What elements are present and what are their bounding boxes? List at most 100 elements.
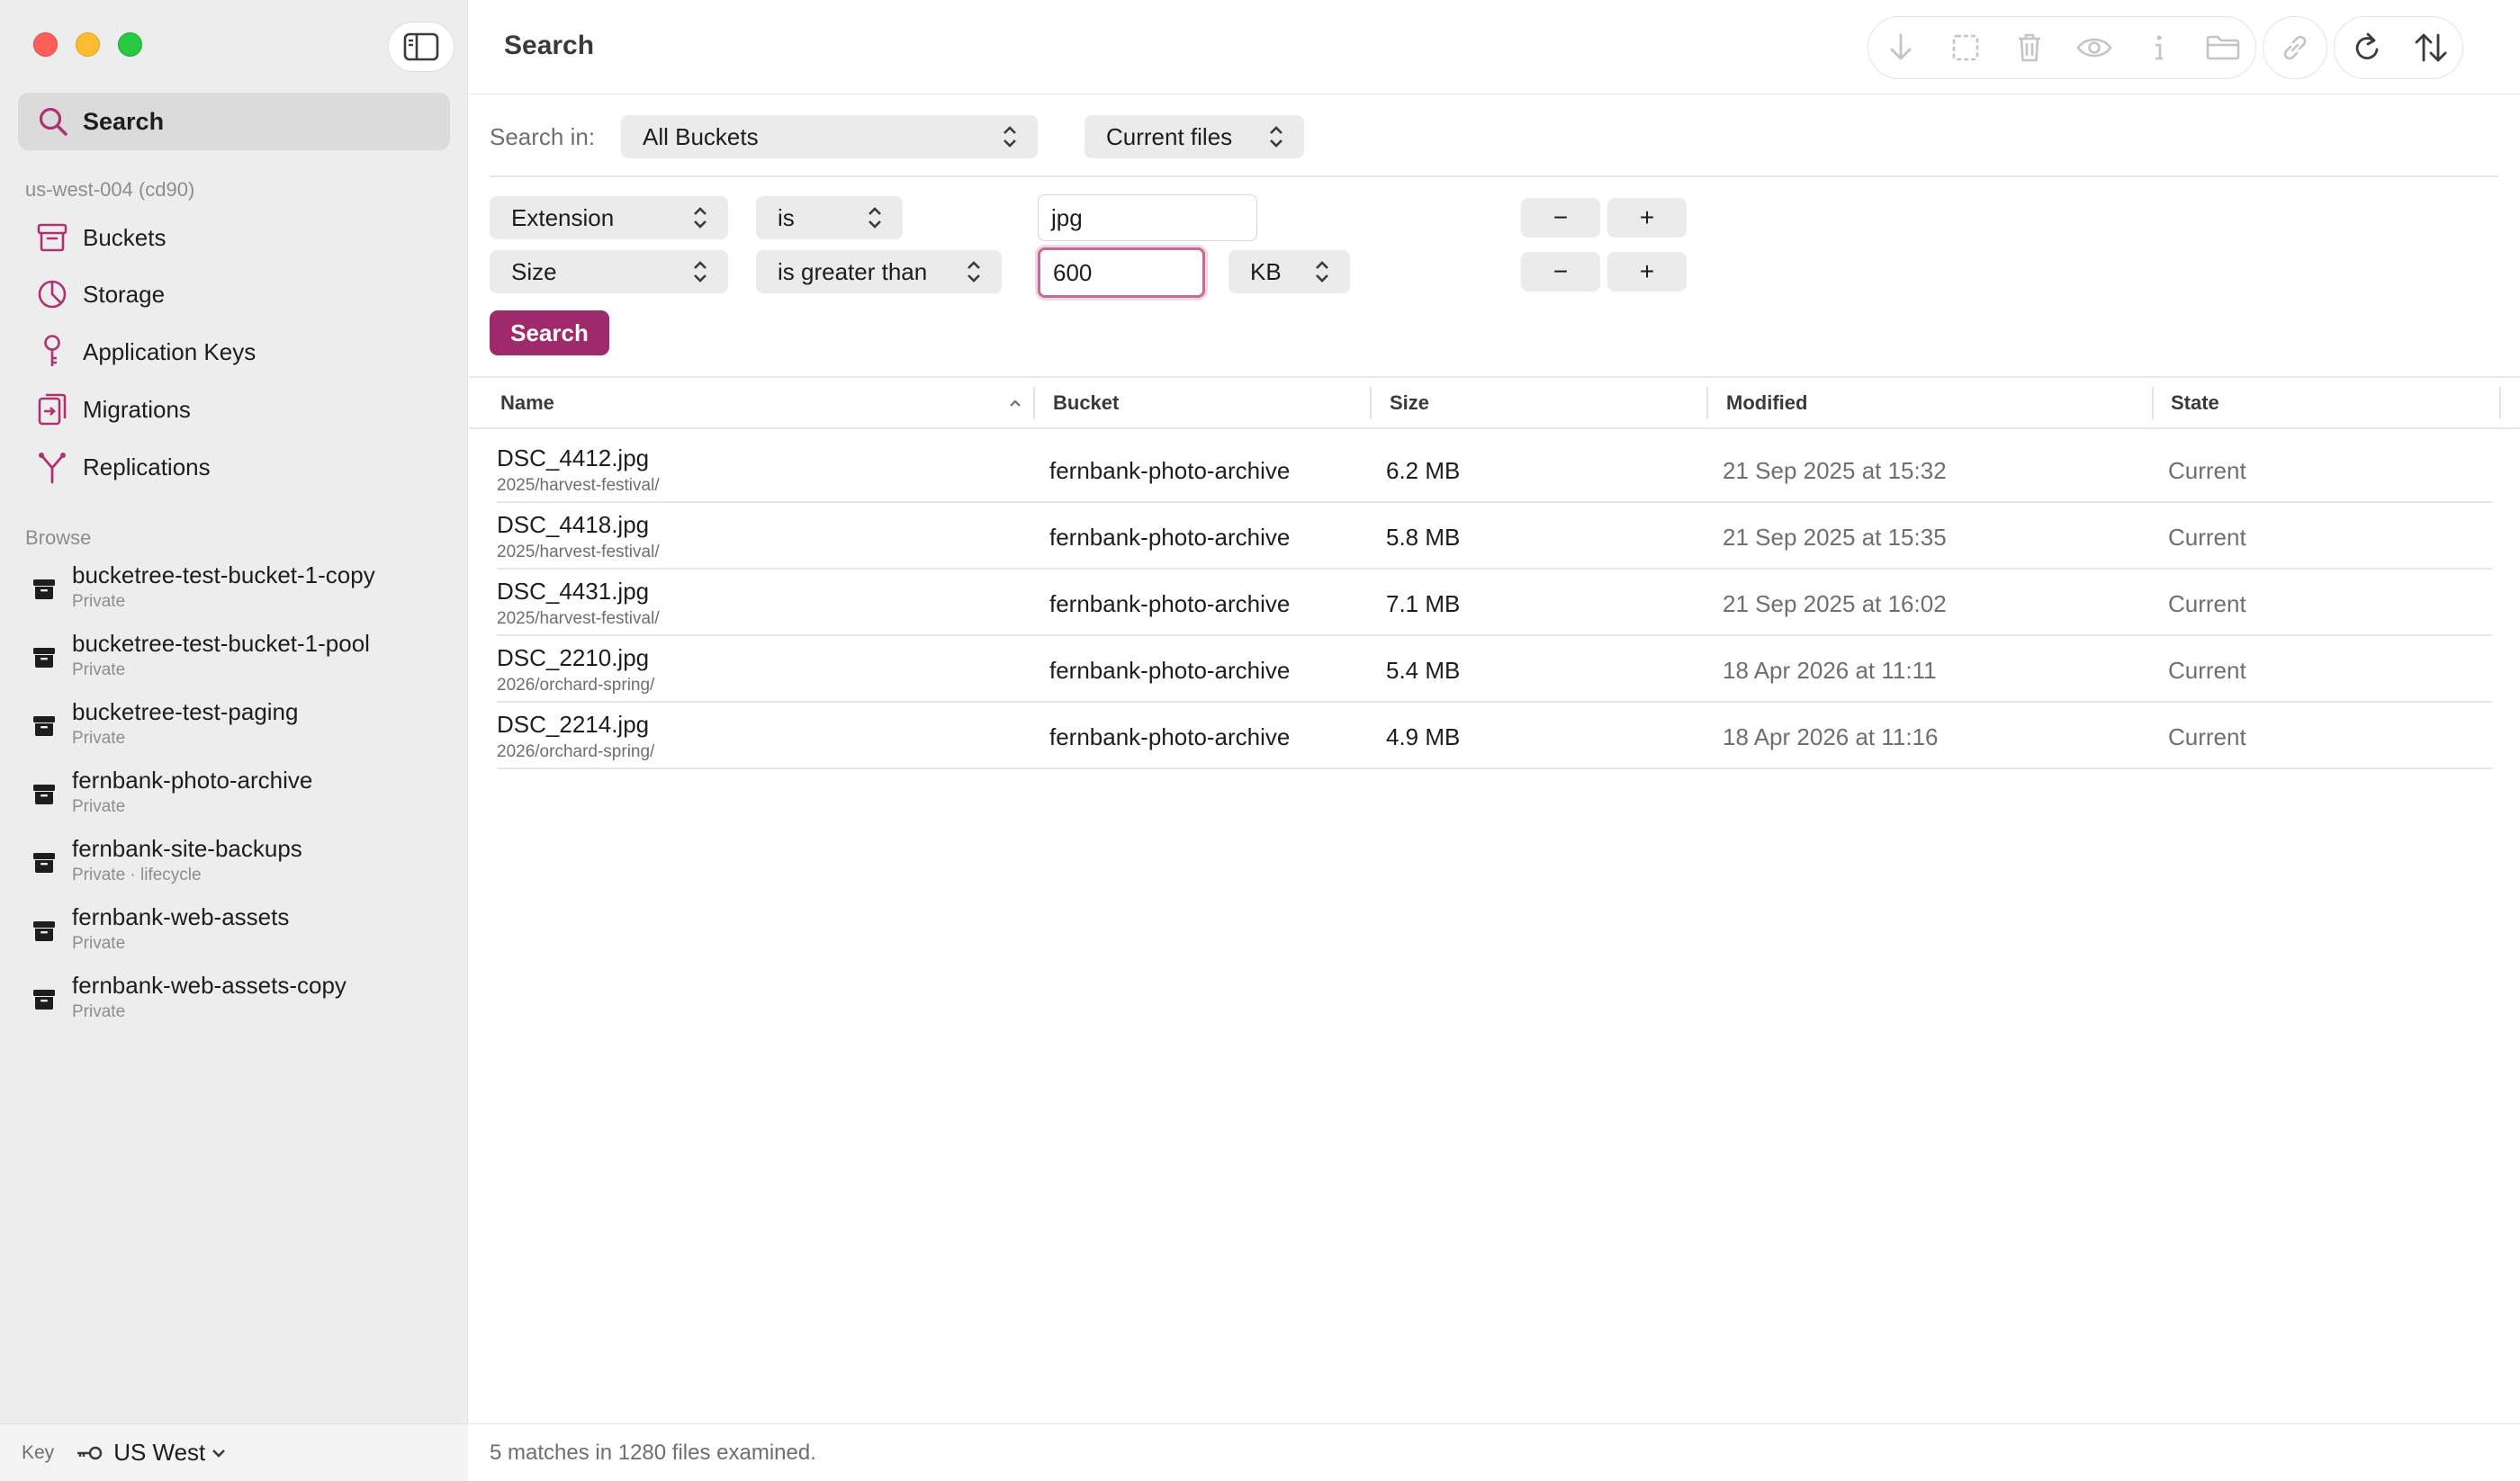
size-cell: 7.1 MB xyxy=(1386,590,1461,617)
info-button[interactable] xyxy=(2127,16,2192,79)
add-filter-button[interactable]: + xyxy=(1607,252,1687,292)
file-name: DSC_4412.jpg xyxy=(497,444,650,471)
add-filter-button[interactable]: + xyxy=(1607,198,1687,238)
versions-select[interactable]: Current files xyxy=(1084,115,1304,158)
sidebar-bucket-item[interactable]: bucketree-test-bucket-1-pool Private xyxy=(18,630,450,693)
bucket-name: bucketree-test-paging xyxy=(72,698,299,725)
select-button[interactable] xyxy=(1933,16,1998,79)
sidebar: Search us-west-004 (cd90) Buckets Storag… xyxy=(0,0,468,1481)
column-separator[interactable] xyxy=(1033,387,1035,419)
scope-divider xyxy=(490,175,2498,177)
filter-value-input[interactable]: 600 xyxy=(1038,247,1205,298)
key-icon xyxy=(77,1446,103,1459)
table-row[interactable]: DSC_2210.jpg 2026/orchard-spring/fernbank… xyxy=(497,636,2492,703)
modified-cell: 21 Sep 2025 at 15:35 xyxy=(1723,524,1947,551)
filter-unit-value: KB xyxy=(1250,257,1282,285)
sidebar-bucket-item[interactable]: bucketree-test-paging Private xyxy=(18,698,450,761)
column-separator[interactable] xyxy=(2499,387,2501,419)
bucket-visibility: Private xyxy=(72,592,126,611)
filter-operator-value: is greater than xyxy=(778,257,928,285)
sidebar-item-buckets[interactable]: Buckets xyxy=(18,211,450,265)
column-header-state[interactable]: State xyxy=(2171,378,2219,428)
search-button[interactable]: Search xyxy=(490,310,609,355)
filter-field-select[interactable]: Extension xyxy=(490,196,728,239)
filter-operator-select[interactable]: is xyxy=(756,196,903,239)
sort-icon xyxy=(2415,33,2446,62)
file-path: 2025/harvest-festival/ xyxy=(497,609,660,628)
file-name-cell: DSC_2214.jpg 2026/orchard-spring/ xyxy=(497,711,654,762)
archive-box-icon xyxy=(29,574,59,605)
minimize-window-button[interactable] xyxy=(76,32,100,57)
reveal-folder-button[interactable] xyxy=(2191,16,2255,79)
bucket-visibility: Private · lifecycle xyxy=(72,866,202,884)
sidebar-item-label: Replications xyxy=(83,453,211,480)
up-down-chevron-icon xyxy=(867,205,883,230)
file-path: 2026/orchard-spring/ xyxy=(497,676,655,695)
archive-box-icon xyxy=(29,848,59,878)
sidebar-bucket-item[interactable]: bucketree-test-bucket-1-copy Private xyxy=(18,561,450,624)
remove-filter-button[interactable]: − xyxy=(1521,252,1600,292)
sidebar-item-storage[interactable]: Storage xyxy=(18,267,450,321)
scope-select[interactable]: All Buckets xyxy=(621,115,1038,158)
bucket-visibility: Private xyxy=(72,934,126,953)
delete-button[interactable] xyxy=(1997,16,2062,79)
region-selector[interactable]: US West xyxy=(74,1439,227,1467)
column-header-size[interactable]: Size xyxy=(1390,378,1429,428)
sidebar-bucket-item[interactable]: fernbank-photo-archive Private xyxy=(18,767,450,830)
table-row[interactable]: DSC_4412.jpg 2025/harvest-festival/fernba… xyxy=(497,436,2492,503)
preview-button[interactable] xyxy=(2062,16,2127,79)
filter-unit-select[interactable]: KB xyxy=(1228,250,1350,293)
table-row[interactable]: DSC_4418.jpg 2025/harvest-festival/fernba… xyxy=(497,503,2492,570)
versions-value: Current files xyxy=(1106,122,1233,150)
bucket-cell: fernbank-photo-archive xyxy=(1049,457,1291,484)
zoom-window-button[interactable] xyxy=(118,32,142,57)
bucket-name: fernbank-web-assets xyxy=(72,903,290,930)
file-name: DSC_4418.jpg xyxy=(497,511,650,538)
filter-field-value: Extension xyxy=(511,203,615,231)
sidebar-bucket-item[interactable]: fernbank-site-backups Private · lifecycle xyxy=(18,835,450,898)
eye-icon xyxy=(2076,38,2112,58)
sort-button[interactable] xyxy=(2398,16,2462,79)
column-header-modified[interactable]: Modified xyxy=(1726,378,1807,428)
filter-field-select[interactable]: Size xyxy=(490,250,728,293)
scope-value: All Buckets xyxy=(643,122,759,150)
bucket-cell: fernbank-photo-archive xyxy=(1049,657,1291,684)
sidebar-item-label: Application Keys xyxy=(83,337,256,365)
pie-chart-icon xyxy=(34,276,70,312)
sidebar-item-search[interactable]: Search xyxy=(18,93,450,150)
modified-cell: 18 Apr 2026 at 11:16 xyxy=(1723,723,1939,750)
sidebar-item-migrations[interactable]: Migrations xyxy=(18,382,450,436)
column-separator[interactable] xyxy=(1706,387,1708,419)
column-header-name[interactable]: Name xyxy=(500,378,1022,428)
remove-filter-button[interactable]: − xyxy=(1521,198,1600,238)
up-down-chevron-icon xyxy=(692,205,708,230)
table-row[interactable]: DSC_2214.jpg 2026/orchard-spring/fernbank… xyxy=(497,703,2492,769)
file-actions-toolbar xyxy=(1868,16,2256,79)
archive-box-icon xyxy=(29,779,59,810)
column-header-bucket[interactable]: Bucket xyxy=(1053,378,1119,428)
share-link-button[interactable] xyxy=(2264,16,2326,79)
sidebar-item-replications[interactable]: Replications xyxy=(18,440,450,494)
modified-cell: 21 Sep 2025 at 15:32 xyxy=(1723,457,1947,484)
filter-value-input[interactable]: jpg xyxy=(1038,194,1257,241)
archive-box-icon xyxy=(29,711,59,741)
close-window-button[interactable] xyxy=(33,32,58,57)
key-icon xyxy=(34,334,70,370)
column-separator[interactable] xyxy=(2152,387,2154,419)
bucket-name: fernbank-site-backups xyxy=(72,835,302,862)
chevron-down-icon xyxy=(212,1449,226,1458)
account-section-label: us-west-004 (cd90) xyxy=(25,178,195,201)
sidebar-toggle-button[interactable] xyxy=(388,22,454,72)
up-down-chevron-icon xyxy=(966,259,982,284)
column-separator[interactable] xyxy=(1370,387,1372,419)
sidebar-bucket-item[interactable]: fernbank-web-assets Private xyxy=(18,903,450,966)
key-label: Key xyxy=(22,1441,55,1463)
refresh-button[interactable] xyxy=(2335,16,2398,79)
filter-operator-select[interactable]: is greater than xyxy=(756,250,1002,293)
table-header-divider xyxy=(469,427,2520,429)
download-button[interactable] xyxy=(1868,16,1933,79)
sidebar-item-application-keys[interactable]: Application Keys xyxy=(18,325,450,379)
sidebar-bucket-item[interactable]: fernbank-web-assets-copy Private xyxy=(18,972,450,1035)
bucket-visibility: Private xyxy=(72,660,126,679)
table-row[interactable]: DSC_4431.jpg 2025/harvest-festival/fernba… xyxy=(497,570,2492,636)
